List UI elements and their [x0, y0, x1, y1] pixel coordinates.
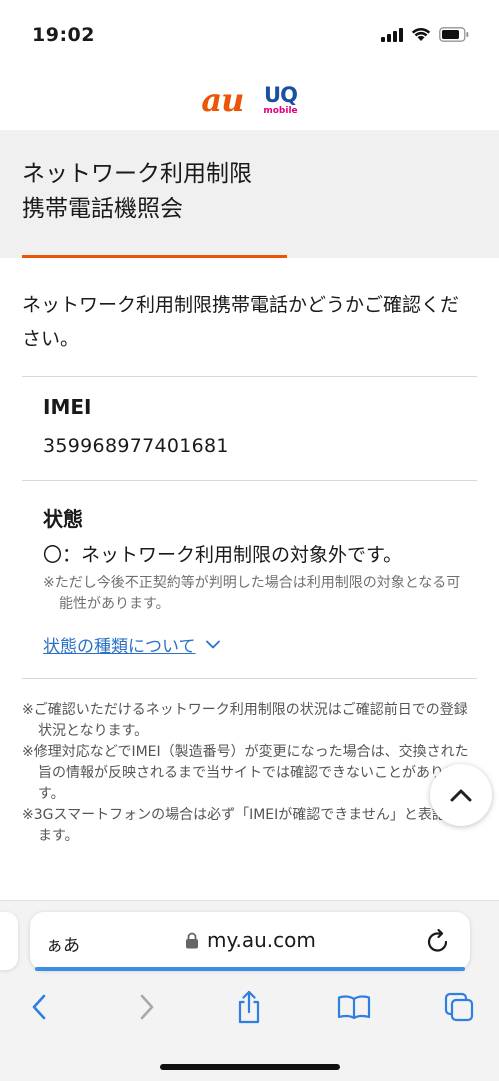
bottom-toolbar: [0, 985, 499, 1035]
imei-label: IMEI: [43, 395, 92, 419]
previous-tab-peek[interactable]: [0, 912, 18, 970]
note-item: ※3Gスマートフォンの場合は必ず「IMEIが確認できません」と表記されます。: [22, 807, 474, 844]
imei-value: 359968977401681: [43, 435, 229, 457]
wifi-icon: [411, 27, 431, 41]
status-label: 状態: [43, 507, 83, 531]
scroll-to-top-button[interactable]: [430, 764, 492, 826]
chevron-down-icon: [205, 640, 220, 649]
status-types-link[interactable]: 状態の種類について: [43, 632, 220, 657]
status-value: 〇：ネットワーク利用制限の対象外です。: [43, 544, 403, 566]
address-bar-accent: [35, 967, 465, 971]
signal-icon: [381, 27, 403, 42]
status-note: ※ただし今後不正契約等が判明した場合は利用制限の対象となる可能性があります。: [43, 575, 461, 612]
tabs-icon: [444, 992, 474, 1022]
divider: [22, 480, 477, 481]
lock-icon: [186, 932, 198, 948]
note-item: ※修理対応などでIMEI（製造番号）が変更になった場合は、交換された旨の情報が反…: [22, 744, 469, 802]
url-field[interactable]: my.au.com: [185, 928, 316, 952]
page-title: ネットワーク利用制限 携帯電話機照会: [22, 161, 252, 222]
title-underline: [22, 255, 287, 258]
share-icon: [238, 990, 260, 1024]
note-item: ※ご確認いただけるネットワーク利用制限の状況はご確認前日での登録状況となります。: [22, 702, 468, 739]
divider: [22, 376, 477, 377]
tabs-button[interactable]: [436, 985, 482, 1029]
battery-icon: [439, 27, 469, 42]
home-indicator: [160, 1064, 340, 1070]
brand-logos: au UQ mobile: [0, 78, 499, 122]
status-bar: 19:02: [0, 0, 499, 70]
back-button[interactable]: [16, 985, 62, 1029]
uq-logo-text: UQ: [264, 82, 298, 107]
uq-mobile-logo: UQ mobile: [263, 82, 298, 116]
bookmarks-button[interactable]: [331, 985, 377, 1029]
notes-list: ※ご確認いただけるネットワーク利用制限の状況はご確認前日での登録状況となります。…: [22, 700, 477, 847]
share-button[interactable]: [226, 985, 272, 1029]
forward-icon: [140, 994, 154, 1020]
mobile-logo-text: mobile: [263, 105, 298, 116]
reload-button[interactable]: [426, 928, 450, 958]
status-icons: [381, 27, 469, 42]
url-text: my.au.com: [207, 928, 316, 952]
status-time: 19:02: [32, 24, 95, 46]
forward-button[interactable]: [124, 985, 170, 1029]
divider: [22, 678, 477, 679]
au-logo: au: [201, 81, 244, 119]
reader-options-button[interactable]: ぁあ: [46, 931, 80, 956]
back-icon: [32, 994, 46, 1020]
reload-icon: [427, 928, 448, 952]
intro-text: ネットワーク利用制限携帯電話かどうかご確認ください。: [22, 294, 460, 350]
chevron-up-icon: [450, 789, 472, 802]
bookmarks-icon: [337, 995, 371, 1020]
status-types-link-label: 状態の種類について: [43, 637, 196, 657]
